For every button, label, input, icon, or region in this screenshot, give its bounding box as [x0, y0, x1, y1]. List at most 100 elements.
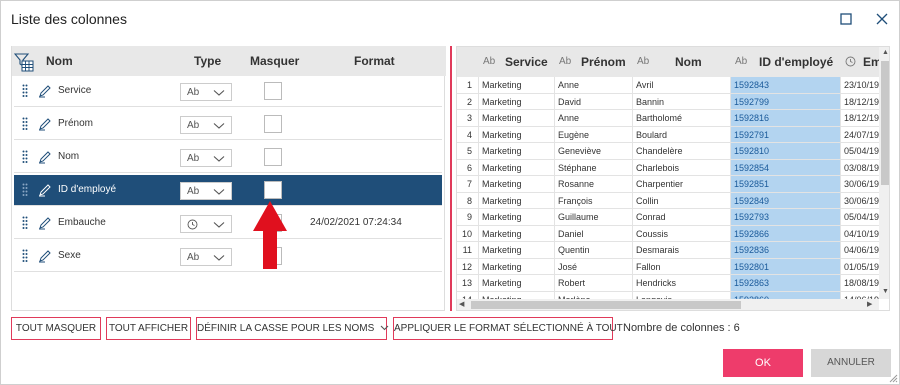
grid-column-header[interactable]: Em	[841, 47, 882, 77]
grid-cell: Marketing	[479, 242, 555, 259]
grid-cell: 05/04/19	[841, 143, 881, 160]
grid-cell: Marketing	[479, 110, 555, 127]
drag-handle-icon[interactable]	[22, 150, 28, 164]
header-format: Format	[354, 54, 395, 68]
grid-cell: 1592860	[731, 291, 841, 299]
type-label: Ab	[187, 120, 200, 131]
grid-row-number: 11	[457, 242, 479, 259]
hide-checkbox[interactable]	[264, 115, 282, 133]
grid-row[interactable]: 9 Marketing Guillaume Conrad 1592793 05/04/19	[457, 209, 889, 226]
grid-row[interactable]: 5 Marketing Geneviève Chandelère 1592810 05/0…	[457, 143, 889, 160]
panel-divider[interactable]	[450, 46, 452, 311]
grid-row[interactable]: 8 Marketing François Collin 1592849 30/06/19	[457, 192, 889, 209]
grid-cell: François	[555, 192, 633, 209]
type-marker: Ab	[483, 56, 496, 67]
grid-cell: 18/12/19	[841, 110, 881, 127]
drag-handle-icon[interactable]	[22, 216, 28, 230]
cancel-button[interactable]: ANNULER	[811, 349, 891, 377]
grid-row[interactable]: 2 Marketing David Bannin 1592799 18/12/19	[457, 93, 889, 110]
pencil-icon[interactable]	[38, 249, 52, 263]
drag-handle-icon[interactable]	[22, 249, 28, 263]
type-select[interactable]: Ab	[180, 83, 232, 101]
pencil-icon[interactable]	[38, 216, 52, 230]
grid-row[interactable]: 10 Marketing Daniel Coussis 1592866 04/10/19	[457, 225, 889, 242]
pencil-icon[interactable]	[38, 183, 52, 197]
grid-row-number: 14	[457, 291, 479, 299]
hide-checkbox[interactable]	[264, 148, 282, 166]
close-icon[interactable]	[874, 11, 890, 27]
dialog-title: Liste des colonnes	[11, 11, 127, 27]
column-settings-panel: Nom Type Masquer Format Service Ab Prénom A…	[11, 46, 446, 311]
vertical-scrollbar[interactable]: ▲ ▼	[879, 47, 889, 299]
title-bar: Liste des colonnes	[1, 1, 900, 39]
grid-cell: 04/06/19	[841, 242, 881, 259]
red-arrow-annotation	[253, 201, 287, 269]
column-name: Embauche	[58, 217, 106, 228]
grid-row-number: 10	[457, 225, 479, 242]
grid-row[interactable]: 6 Marketing Stéphane Charlebois 1592854 03/08…	[457, 159, 889, 176]
scroll-down-icon[interactable]: ▼	[882, 288, 889, 295]
grid-column-header[interactable]: Ab ID d'employé	[731, 47, 841, 77]
grid-row[interactable]: 1 Marketing Anne Avril 1592843 23/10/19	[457, 77, 889, 94]
drag-handle-icon[interactable]	[22, 117, 28, 131]
horizontal-scroll-thumb[interactable]	[471, 301, 741, 309]
scroll-up-icon[interactable]: ▲	[882, 49, 889, 56]
grid-cell: 1592836	[731, 242, 841, 259]
grid-row[interactable]: 13 Marketing Robert Hendricks 1592863 18/08/1…	[457, 275, 889, 292]
grid-cell: 18/08/19	[841, 275, 881, 292]
grid-row[interactable]: 4 Marketing Eugène Boulard 1592791 24/07/19	[457, 126, 889, 143]
grid-column-header[interactable]: Ab Prénom	[555, 47, 633, 77]
grid-column-header[interactable]: Ab Service	[479, 47, 555, 77]
grid-cell: Avril	[633, 77, 731, 94]
resize-grip-icon[interactable]	[889, 374, 898, 383]
column-row[interactable]: Service Ab	[14, 76, 442, 107]
type-select[interactable]: Ab	[180, 116, 232, 134]
hide-checkbox[interactable]	[264, 181, 282, 199]
grid-cell: Marketing	[479, 225, 555, 242]
pencil-icon[interactable]	[38, 84, 52, 98]
apply-format-button[interactable]: APPLIQUER LE FORMAT SÉLECTIONNÉ À TOUT	[393, 317, 623, 340]
pencil-icon[interactable]	[38, 117, 52, 131]
grid-row[interactable]: 14MarketingMarlèneLangevis159286014/06/1…	[457, 291, 889, 299]
pencil-icon[interactable]	[38, 150, 52, 164]
vertical-scroll-thumb[interactable]	[881, 61, 889, 185]
drag-handle-icon[interactable]	[22, 183, 28, 197]
clock-icon	[187, 219, 198, 230]
column-row[interactable]: Prénom Ab	[14, 109, 442, 140]
grid-cell: Marketing	[479, 159, 555, 176]
column-row[interactable]: ID d'employé Ab	[14, 175, 442, 206]
show-all-button[interactable]: TOUT AFFICHER	[106, 317, 191, 340]
set-case-button[interactable]: DÉFINIR LA CASSE POUR LES NOMS	[196, 317, 389, 340]
hide-checkbox[interactable]	[264, 82, 282, 100]
column-filter-icon[interactable]	[14, 52, 34, 72]
type-select[interactable]: Ab	[180, 248, 232, 266]
column-row[interactable]: Nom Ab	[14, 142, 442, 173]
ok-button[interactable]: OK	[723, 349, 803, 377]
column-row[interactable]: Embauche 24/02/2021 07:24:34	[14, 208, 442, 239]
column-row[interactable]: Sexe Ab	[14, 241, 442, 272]
grid-cell: Coussis	[633, 225, 731, 242]
type-marker: Ab	[735, 56, 748, 67]
drag-handle-icon[interactable]	[22, 84, 28, 98]
column-list-dialog: Liste des colonnes Nom Type Masquer Form…	[0, 0, 900, 385]
maximize-icon[interactable]	[838, 11, 854, 27]
type-label: Ab	[187, 153, 200, 164]
grid-column-label: Service	[505, 55, 548, 69]
type-select[interactable]: Ab	[180, 182, 232, 200]
grid-cell: Anne	[555, 110, 633, 127]
grid-cell: Conrad	[633, 209, 731, 226]
grid-column-label: ID d'employé	[759, 55, 834, 69]
header-type: Type	[194, 54, 222, 68]
type-select[interactable]	[180, 215, 232, 233]
hide-all-button[interactable]: TOUT MASQUER	[11, 317, 101, 340]
grid-row[interactable]: 11 Marketing Quentin Desmarais 1592836 04/06/…	[457, 242, 889, 259]
horizontal-scrollbar[interactable]: ◀ ▶	[457, 299, 879, 310]
grid-cell: 1592854	[731, 159, 841, 176]
grid-column-header[interactable]: Ab Nom	[633, 47, 731, 77]
scroll-right-icon[interactable]: ▶	[867, 300, 872, 308]
scroll-left-icon[interactable]: ◀	[459, 300, 464, 308]
grid-row[interactable]: 7 Marketing Rosanne Charpentier 1592851 30/06…	[457, 176, 889, 193]
grid-row[interactable]: 12 Marketing José Fallon 1592801 01/05/19	[457, 258, 889, 275]
grid-row[interactable]: 3 Marketing Anne Bartholomé 1592816 18/12/19	[457, 110, 889, 127]
type-select[interactable]: Ab	[180, 149, 232, 167]
